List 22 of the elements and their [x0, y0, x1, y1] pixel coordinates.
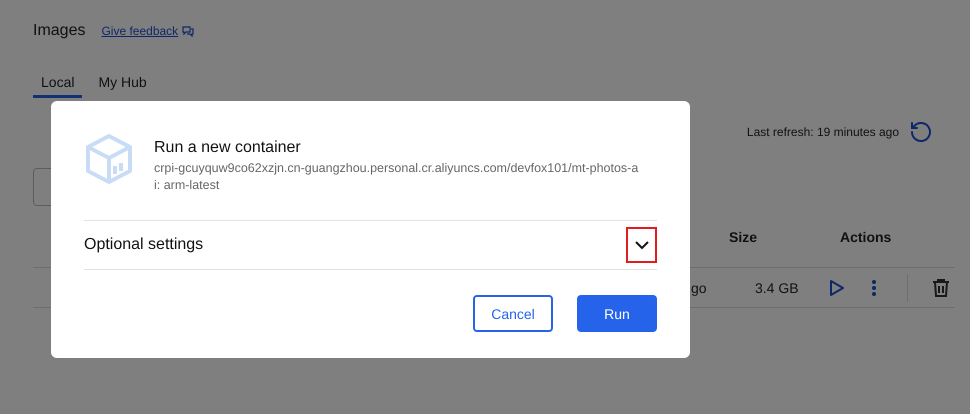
column-header: Actions: [840, 228, 892, 244]
dialog-title: Run a new container: [154, 139, 302, 157]
column-header: Size: [729, 228, 758, 244]
trash-icon[interactable]: [932, 278, 950, 298]
optional-settings-label: Optional settings: [84, 236, 204, 254]
more-icon[interactable]: [871, 278, 877, 296]
last-refresh-text: Last refresh: 19 minutes ago: [746, 125, 899, 139]
size-cell-text: 3.4 GB: [755, 280, 800, 296]
chat-icon: [182, 25, 194, 37]
page-title: Images: [33, 22, 86, 40]
cancel-button[interactable]: Cancel: [473, 295, 553, 332]
tab[interactable]: Local: [33, 70, 82, 98]
feedback-link[interactable]: Give feedback: [101, 24, 194, 38]
expand-toggle[interactable]: [626, 227, 657, 263]
chevron-down-icon: [634, 240, 650, 250]
tab[interactable]: My Hub: [90, 70, 155, 98]
image-name: crpi-gcuyquw9co62xzjn.cn-guangzhou.personal.cr.aliyuncs.com/devfox101/mt-photos-ai: arm-latest: [154, 160, 640, 194]
refresh-icon[interactable]: [909, 120, 933, 144]
run-button[interactable]: Run: [577, 295, 657, 332]
table-cell-text: go: [691, 280, 708, 296]
play-icon[interactable]: [829, 278, 845, 296]
cube-icon: [84, 133, 134, 185]
